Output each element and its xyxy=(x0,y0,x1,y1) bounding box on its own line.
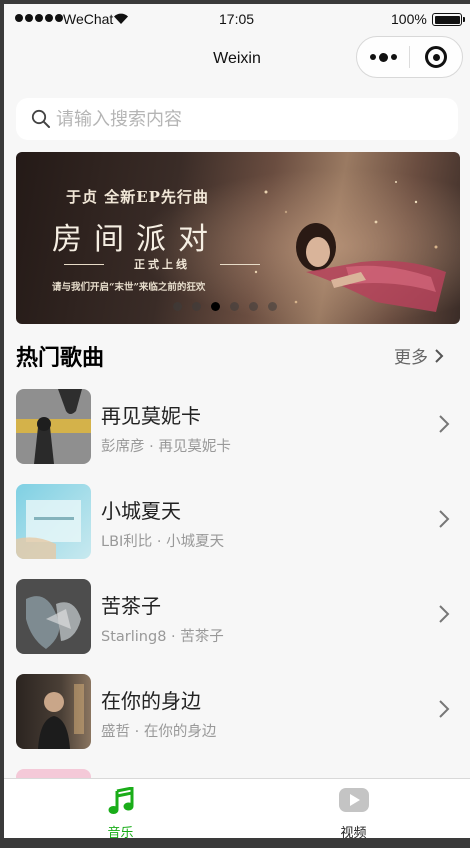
carousel-dot[interactable] xyxy=(192,302,201,311)
banner-title: 房间派对 xyxy=(52,222,220,257)
more-dots-icon[interactable] xyxy=(357,37,409,77)
album-cover xyxy=(16,484,91,559)
album-cover xyxy=(16,389,91,464)
song-item[interactable]: 小城夏天 LBI利比 · 小城夏天 xyxy=(4,477,470,572)
music-note-icon xyxy=(108,787,133,814)
song-artist-album: 盛哲 · 在你的身边 xyxy=(101,724,217,740)
album-cover xyxy=(16,674,91,749)
more-link-label: 更多 xyxy=(394,348,428,368)
search-bar[interactable] xyxy=(16,98,458,140)
promo-banner[interactable]: 于贞 全新EP先行曲 房间派对 正式上线 请与我们开启“末世”来临之前的狂欢 xyxy=(16,152,460,324)
tab-music[interactable]: 音乐 xyxy=(4,779,237,838)
search-icon xyxy=(31,109,50,128)
chevron-right-icon xyxy=(439,700,450,718)
tab-label: 视频 xyxy=(340,826,367,838)
chevron-right-icon xyxy=(439,415,450,433)
tab-bar: 音乐 视频 xyxy=(4,778,470,838)
carousel-dot[interactable] xyxy=(249,302,258,311)
carousel-dot[interactable] xyxy=(268,302,277,311)
search-input[interactable] xyxy=(56,108,436,130)
section-title: 热门歌曲 xyxy=(16,346,105,371)
banner-tagline: 请与我们开启“末世”来临之前的狂欢 xyxy=(52,282,206,293)
battery-icon xyxy=(432,13,465,26)
carousel-dot[interactable] xyxy=(230,302,239,311)
carousel-dot[interactable] xyxy=(211,302,220,311)
song-item[interactable]: 在你的身边 盛哲 · 在你的身边 xyxy=(4,667,470,762)
banner-launch-text: 正式上线 xyxy=(56,256,268,272)
capsule-close-icon[interactable] xyxy=(410,37,462,77)
banner-subtitle: 于贞 全新EP先行曲 xyxy=(66,188,209,206)
song-artist-album: LBI利比 · 小城夏天 xyxy=(101,534,225,550)
song-item[interactable]: 苦茶子 Starling8 · 苦茶子 xyxy=(4,572,470,667)
status-bar: WeChat 17:05 100% xyxy=(4,4,470,34)
clock: 17:05 xyxy=(219,11,255,27)
chevron-right-icon xyxy=(439,510,450,528)
tab-label: 音乐 xyxy=(107,826,134,838)
song-artist-album: 彭席彦 · 再见莫妮卡 xyxy=(101,439,231,455)
album-cover xyxy=(16,579,91,654)
song-title: 苦茶子 xyxy=(101,594,161,618)
video-play-icon xyxy=(338,788,369,812)
app-screen: WeChat 17:05 100% Weixin 请输入搜索内容 于贞 全新EP… xyxy=(4,4,470,838)
signal-strength-icon xyxy=(15,14,63,22)
song-title: 再见莫妮卡 xyxy=(101,404,201,428)
more-link[interactable]: 更多 xyxy=(394,343,444,368)
battery-percent: 100% xyxy=(391,11,427,27)
tab-video[interactable]: 视频 xyxy=(237,779,470,838)
carousel-indicator[interactable] xyxy=(173,302,277,311)
song-artist-album: Starling8 · 苦茶子 xyxy=(101,629,224,645)
song-title: 在你的身边 xyxy=(101,689,201,713)
wifi-icon xyxy=(114,13,128,24)
song-title: 小城夏天 xyxy=(101,499,181,523)
chevron-right-icon xyxy=(439,605,450,623)
mini-program-capsule xyxy=(356,36,463,78)
song-item[interactable]: 再见莫妮卡 彭席彦 · 再见莫妮卡 xyxy=(4,382,470,477)
carousel-dot[interactable] xyxy=(173,302,182,311)
chevron-right-icon xyxy=(435,348,444,363)
carrier-name: WeChat xyxy=(63,11,114,27)
